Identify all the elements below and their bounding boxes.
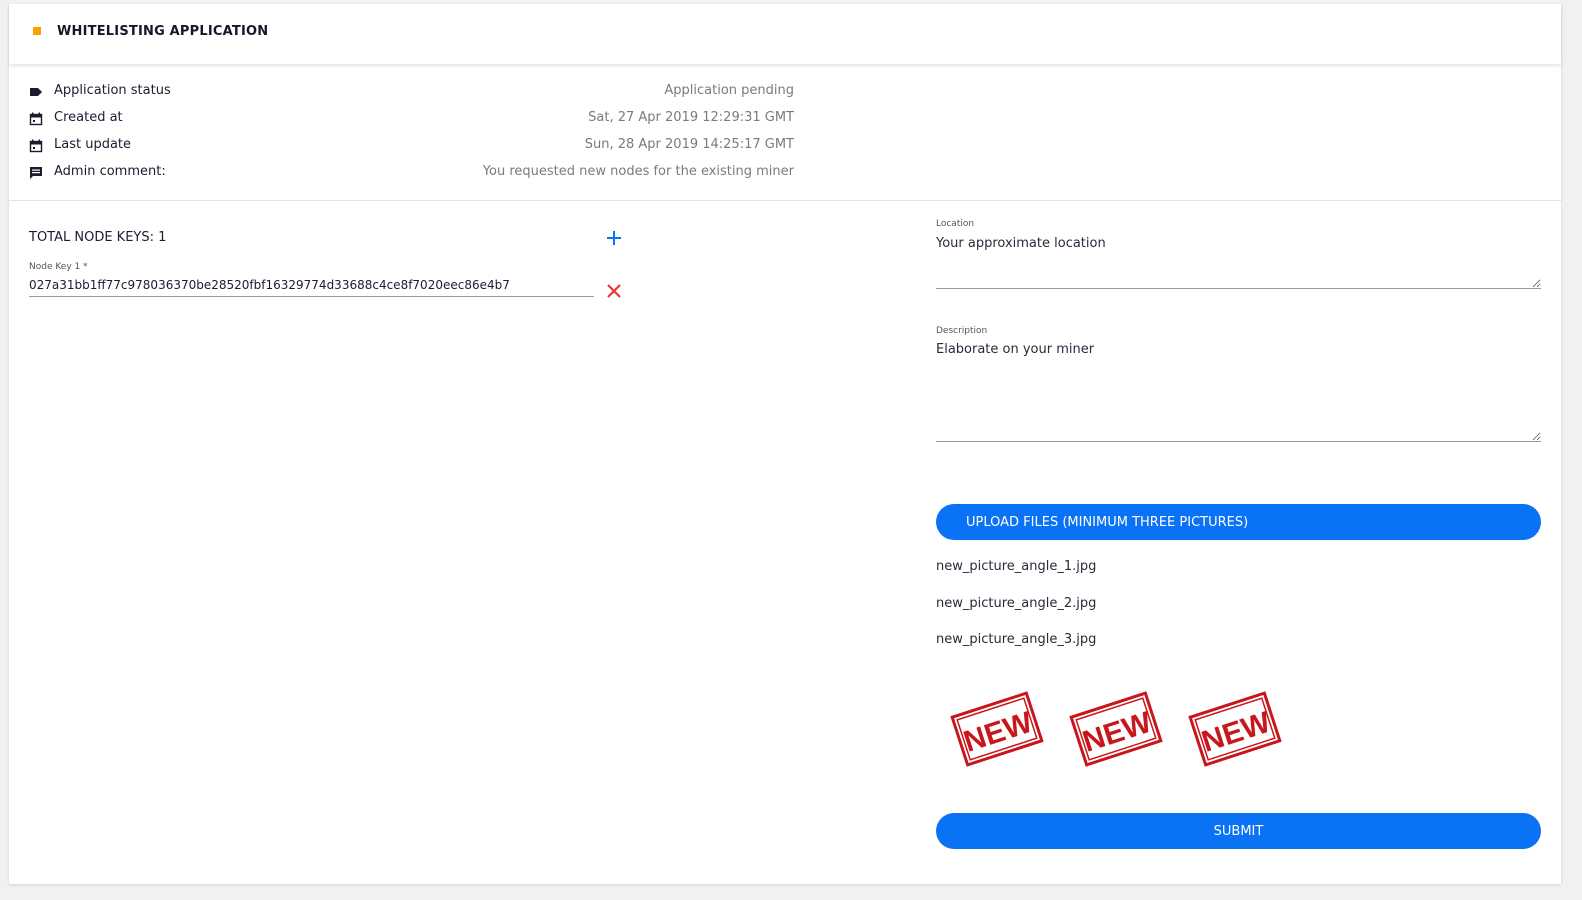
info-row-created: Created at Sat, 27 Apr 2019 12:29:31 GMT bbox=[29, 109, 794, 129]
page-title: WHITELISTING APPLICATION bbox=[57, 24, 269, 39]
new-stamp-image: NEW bbox=[1188, 691, 1282, 767]
info-value: Sat, 27 Apr 2019 12:29:31 GMT bbox=[588, 110, 794, 125]
submit-button[interactable]: SUBMIT bbox=[936, 813, 1541, 849]
info-row-comment: Admin comment: You requested new nodes f… bbox=[29, 163, 794, 183]
info-label: Last update bbox=[54, 137, 132, 152]
info-label: Application status bbox=[54, 83, 171, 98]
info-row-updated: Last update Sun, 28 Apr 2019 14:25:17 GM… bbox=[29, 136, 794, 156]
upload-files-button[interactable]: UPLOAD FILES (MINIMUM THREE PICTURES) bbox=[936, 504, 1541, 540]
new-stamp-image: NEW bbox=[950, 691, 1044, 767]
application-info: Application status Application pending C… bbox=[9, 64, 1561, 201]
file-item: new_picture_angle_1.jpg bbox=[936, 559, 1097, 574]
application-card: WHITELISTING APPLICATION Application sta… bbox=[9, 4, 1561, 884]
info-label: Admin comment: bbox=[54, 164, 166, 179]
location-field[interactable] bbox=[936, 236, 1541, 289]
info-value: You requested new nodes for the existing… bbox=[482, 164, 794, 179]
file-item: new_picture_angle_3.jpg bbox=[936, 632, 1097, 647]
node-key-label: Node Key 1 * bbox=[29, 262, 88, 272]
add-node-key-icon[interactable] bbox=[602, 226, 626, 250]
label-icon bbox=[30, 88, 42, 96]
location-label: Location bbox=[936, 219, 975, 229]
info-row-status: Application status Application pending bbox=[29, 82, 794, 102]
description-field[interactable] bbox=[936, 342, 1541, 442]
card-header: WHITELISTING APPLICATION bbox=[9, 4, 1561, 64]
info-label: Created at bbox=[54, 110, 123, 125]
comment-icon bbox=[30, 167, 42, 179]
calendar-icon bbox=[29, 139, 43, 153]
total-node-keys: TOTAL NODE KEYS: 1 bbox=[29, 230, 167, 245]
calendar-icon bbox=[29, 112, 43, 126]
description-label: Description bbox=[936, 326, 988, 336]
info-value: Sun, 28 Apr 2019 14:25:17 GMT bbox=[584, 137, 794, 152]
info-value: Application pending bbox=[664, 83, 794, 98]
file-item: new_picture_angle_2.jpg bbox=[936, 596, 1097, 611]
new-stamp-image: NEW bbox=[1069, 691, 1163, 767]
node-key-input[interactable] bbox=[29, 274, 594, 297]
header-marker bbox=[33, 27, 41, 35]
remove-node-key-icon[interactable] bbox=[603, 280, 625, 302]
